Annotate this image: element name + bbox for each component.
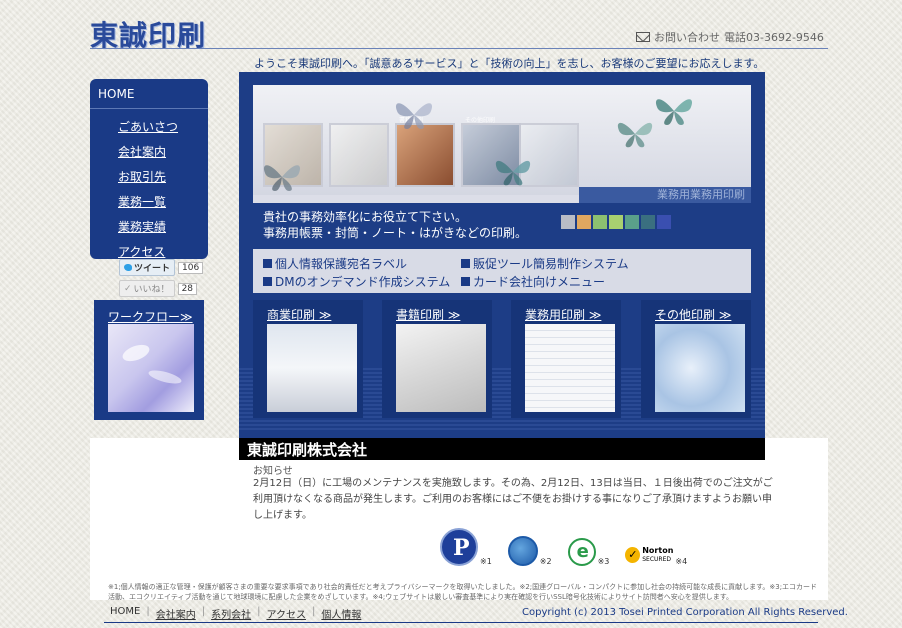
hero-tag: 業務用業務用印刷	[579, 187, 751, 203]
eco-icon	[567, 538, 596, 566]
company-bar: 東誠印刷株式会社	[239, 438, 765, 460]
butterfly-icon	[655, 99, 693, 125]
category-cards: 商業印刷 ≫ 書籍印刷 ≫ 業務用印刷 ≫ その他印刷 ≫	[253, 300, 751, 418]
footer-link-company[interactable]: 会社案内	[156, 606, 196, 621]
nav-item-company[interactable]: 会社案内	[118, 140, 208, 165]
hero-copy: 貴社の事務効率化にお役立て下さい。 事務用帳票・封筒・ノート・はがきなどの印刷。	[263, 210, 528, 240]
nav-item-services[interactable]: 業務一覧	[118, 190, 208, 215]
like-count: 28	[177, 282, 198, 295]
global-compact-badge[interactable]: ※2	[507, 536, 552, 566]
header-divider	[90, 48, 828, 49]
contact-label: お問い合わせ	[654, 31, 720, 44]
globe-icon	[507, 536, 538, 566]
square-bullet-icon	[263, 277, 272, 286]
footer-link-privacy[interactable]: 個人情報	[321, 606, 361, 621]
tweet-count: 106	[178, 261, 204, 274]
color-swatch	[641, 215, 655, 229]
category-commercial[interactable]: 商業印刷 ≫	[253, 300, 363, 418]
badge-footnote: ※1;個人情報の適正な管理・保護が顧客さまの重要な要求事項であり社会的責任だと考…	[108, 583, 818, 601]
nav-home[interactable]: HOME	[90, 79, 208, 109]
feature-list: 個人情報保護宛名ラベル 販促ツール簡易制作システム DMのオンデマンド作成システ…	[253, 249, 751, 293]
workflow-image	[108, 324, 194, 412]
norton-badge[interactable]: ✓ Norton SECURED ※4	[625, 544, 687, 566]
main-panel: 書籍印刷 その他印刷	[239, 72, 765, 460]
color-swatch	[657, 215, 671, 229]
color-swatches	[561, 215, 671, 229]
square-bullet-icon	[461, 259, 470, 268]
category-image	[396, 324, 486, 412]
footer-links: HOME | 会社案内 | 系列会社 | アクセス | 個人情報	[110, 606, 362, 621]
check-icon: ✓	[124, 283, 132, 294]
hero-thumb	[329, 123, 389, 187]
company-name: 東誠印刷株式会社	[247, 441, 368, 459]
footer-divider	[104, 622, 818, 623]
twitter-bird-icon	[124, 264, 132, 271]
nav-item-clients[interactable]: お取引先	[118, 165, 208, 190]
butterfly-icon	[263, 165, 301, 191]
tweet-button[interactable]: ツイート	[119, 259, 176, 276]
social-buttons: ツイート 106 ✓ いいね！ 28	[119, 259, 204, 301]
privacy-mark-icon	[440, 528, 478, 566]
welcome-message: ようこそ東誠印刷へ。「誠意あるサービス」と「技術の向上」を志し、お客様のご要望に…	[254, 57, 765, 70]
category-image	[525, 324, 615, 412]
notice-body: 2月12日（日）に工場のメンテナンスを実施致します。その為、2月12日、13日は…	[253, 478, 773, 521]
footer-link-home[interactable]: HOME	[110, 606, 140, 621]
color-swatch	[561, 215, 575, 229]
footer-link-affiliates[interactable]: 系列会社	[211, 606, 251, 621]
nav-item-works[interactable]: 業務実績	[118, 215, 208, 240]
square-bullet-icon	[461, 277, 470, 286]
mail-icon	[636, 32, 650, 42]
certification-badges: ※1 ※2 ※3 ✓ Norton SECURED ※4	[440, 528, 687, 566]
butterfly-icon	[617, 122, 653, 148]
feature-item[interactable]: DMのオンデマンド作成システム	[263, 273, 450, 290]
workflow-banner[interactable]: ワークフロー≫	[94, 300, 204, 420]
butterfly-icon	[395, 103, 433, 129]
feature-item[interactable]: カード会社向けメニュー	[461, 273, 605, 290]
feature-item[interactable]: 個人情報保護宛名ラベル	[263, 255, 407, 272]
category-other[interactable]: その他印刷 ≫	[641, 300, 751, 418]
eco-card-badge[interactable]: ※3	[567, 538, 609, 566]
notice-title: お知らせ	[253, 466, 293, 477]
color-swatch	[577, 215, 591, 229]
phone-number: 電話03-3692-9546	[724, 31, 824, 44]
footer: HOME | 会社案内 | 系列会社 | アクセス | 個人情報 Copyrig…	[90, 600, 848, 628]
sidebar-nav: HOME ごあいさつ 会社案内 お取引先 業務一覧 業務実績 アクセス	[90, 79, 208, 259]
color-swatch	[609, 215, 623, 229]
category-image	[655, 324, 745, 412]
hero-banner: 書籍印刷 その他印刷	[253, 85, 751, 293]
square-bullet-icon	[263, 259, 272, 268]
like-button[interactable]: ✓ いいね！	[119, 280, 175, 297]
nav-item-greeting[interactable]: ごあいさつ	[118, 115, 208, 140]
category-business[interactable]: 業務用印刷 ≫	[511, 300, 621, 418]
hero-copy-area: 貴社の事務効率化にお役立て下さい。 事務用帳票・封筒・ノート・はがきなどの印刷。	[253, 203, 751, 249]
color-swatch	[593, 215, 607, 229]
feature-item[interactable]: 販促ツール簡易制作システム	[461, 255, 629, 272]
copyright: Copyright (c) 2013 Tosei Printed Corpora…	[522, 607, 848, 618]
workflow-link[interactable]: ワークフロー≫	[108, 308, 193, 325]
color-swatch	[625, 215, 639, 229]
category-image	[267, 324, 357, 412]
category-books[interactable]: 書籍印刷 ≫	[382, 300, 492, 418]
butterfly-icon	[495, 160, 531, 186]
contact-info[interactable]: お問い合わせ 電話03-3692-9546	[636, 29, 824, 45]
norton-secured-icon: ✓ Norton SECURED	[625, 544, 673, 566]
privacy-mark-badge[interactable]: ※1	[440, 528, 492, 566]
footer-link-access[interactable]: アクセス	[266, 606, 306, 621]
